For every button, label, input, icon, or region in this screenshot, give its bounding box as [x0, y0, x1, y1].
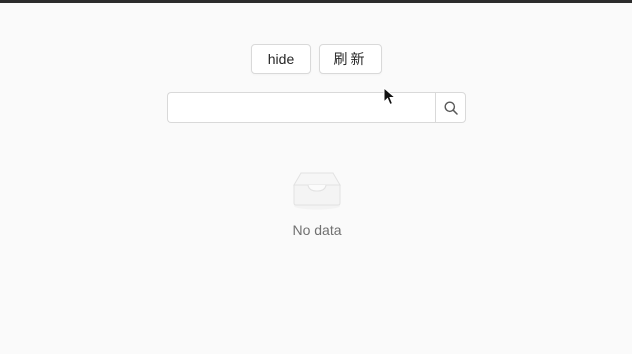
mouse-cursor-icon	[383, 87, 397, 106]
refresh-button[interactable]: 刷新	[319, 44, 382, 74]
empty-state: No data	[267, 168, 367, 238]
window-top-edge	[0, 0, 632, 3]
search-group	[167, 92, 466, 123]
empty-text: No data	[292, 222, 342, 238]
hide-button[interactable]: hide	[251, 44, 311, 74]
search-button[interactable]	[435, 92, 466, 123]
search-icon	[444, 101, 458, 115]
inbox-icon	[293, 172, 341, 210]
